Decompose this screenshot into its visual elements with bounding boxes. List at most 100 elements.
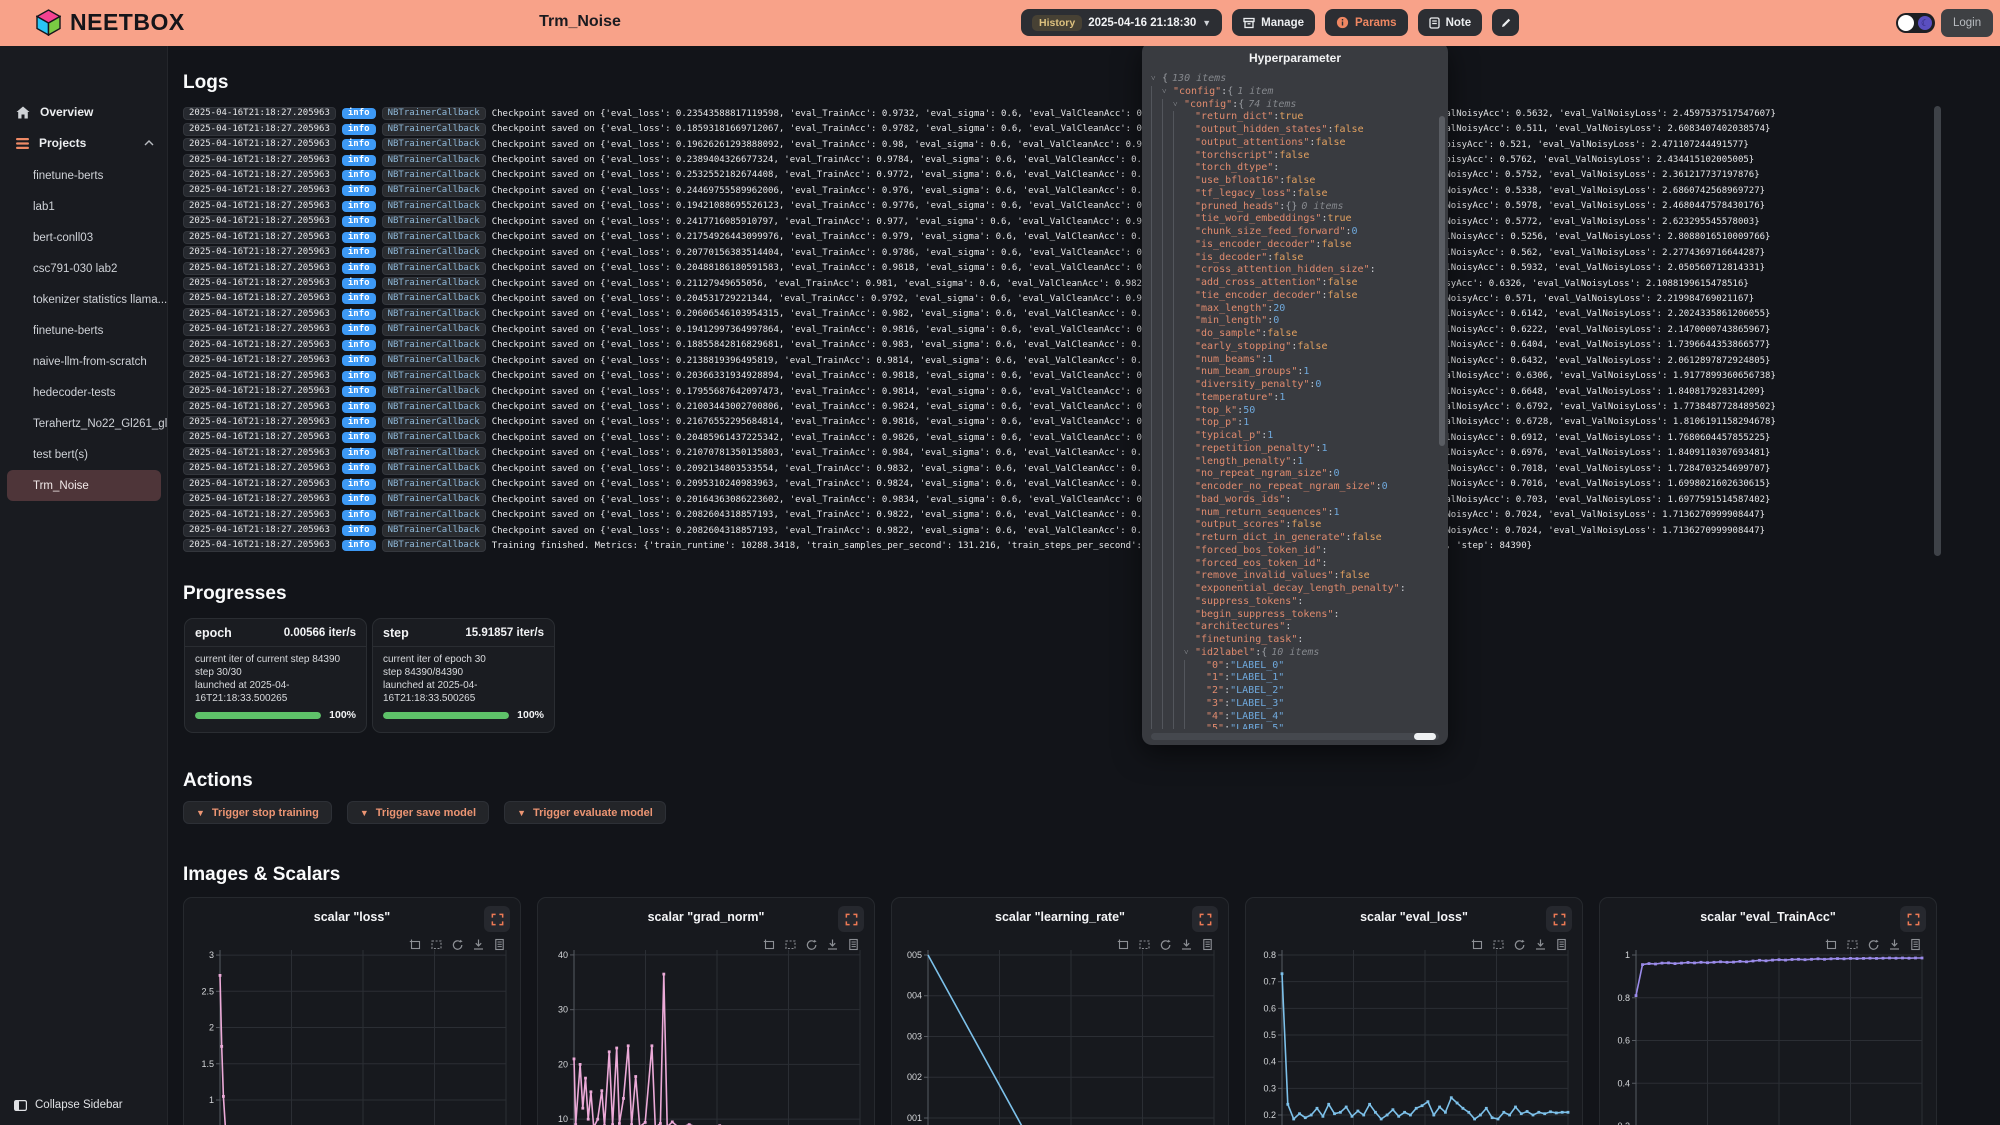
log-level-badge: info — [342, 432, 376, 443]
log-row: 2025-04-16T21:18:27.205963infoNBTrainerC… — [183, 446, 1930, 461]
theme-toggle[interactable]: ☾ — [1896, 13, 1935, 33]
sidebar-item-project[interactable]: hedecoder-tests — [0, 377, 168, 408]
json-tree-line: "begin_suppress_tokens": — [1151, 609, 1436, 622]
series-marker — [1368, 1103, 1371, 1106]
log-message: Checkpoint saved on {'eval_loss': 0.2107… — [492, 448, 1771, 458]
log-timestamp: 2025-04-16T21:18:27.205963 — [183, 447, 336, 460]
sidebar-item-project[interactable]: lab1 — [0, 191, 168, 222]
chart-title: scalar "eval_TrainAcc" — [1600, 910, 1936, 924]
log-row: 2025-04-16T21:18:27.205963infoNBTrainerC… — [183, 399, 1930, 414]
action-button[interactable]: ▼Trigger save model — [347, 801, 489, 824]
series-marker — [1292, 1118, 1295, 1121]
sidebar-item-project[interactable]: finetune-berts — [0, 315, 168, 346]
brand[interactable]: NEETBOX — [36, 9, 185, 36]
series-marker — [1392, 1108, 1395, 1111]
log-timestamp: 2025-04-16T21:18:27.205963 — [183, 416, 336, 429]
tree-collapse-icon[interactable]: ˅ — [1162, 86, 1173, 99]
json-tree-line: "finetuning_task": — [1151, 634, 1436, 647]
fullscreen-button[interactable] — [1192, 906, 1218, 932]
chart-plot-eval_TrainAcc[interactable]: 10.80.60.40.2 — [1606, 950, 1932, 1125]
progress-details: current iter of epoch 30step 84390/84390… — [373, 647, 554, 705]
series-marker — [1882, 957, 1885, 960]
json-tree-line: "torchscript": false — [1151, 150, 1436, 163]
json-tree-line: ˅{130 items — [1151, 73, 1436, 86]
series-marker — [1508, 1114, 1511, 1117]
tree-collapse-icon[interactable]: ˅ — [1184, 647, 1195, 660]
fullscreen-button[interactable] — [1546, 906, 1572, 932]
sidebar-item-project[interactable]: tokenizer statistics llama... — [0, 284, 168, 315]
series-marker — [1732, 961, 1735, 964]
series-marker — [1281, 972, 1284, 975]
series-marker — [1797, 958, 1800, 961]
sidebar-item-project[interactable]: csc791-030 lab2 — [0, 253, 168, 284]
edit-note-button[interactable] — [1492, 9, 1519, 36]
log-level-badge: info — [342, 324, 376, 335]
sidebar-item-overview[interactable]: Overview — [0, 98, 168, 126]
tree-collapse-icon[interactable]: ˅ — [1173, 99, 1184, 112]
history-dropdown[interactable]: History 2025-04-16 21:18:30 ▼ — [1021, 9, 1222, 36]
login-button[interactable]: Login — [1941, 9, 1993, 37]
fullscreen-button[interactable] — [838, 906, 864, 932]
popup-horizontal-scrollbar[interactable] — [1151, 733, 1439, 740]
sidebar-item-project[interactable]: Trm_Noise — [7, 470, 161, 501]
sidebar-item-project[interactable]: naive-llm-from-scratch — [0, 346, 168, 377]
series-marker — [662, 973, 665, 976]
series-marker — [1467, 1111, 1470, 1114]
json-tree-line: "3": "LABEL_3" — [1151, 698, 1436, 711]
json-tree-line: "remove_invalid_values": false — [1151, 570, 1436, 583]
json-tree-line: "5": "LABEL_5" — [1151, 723, 1436, 729]
collapse-sidebar-button[interactable]: Collapse Sidebar — [14, 1099, 123, 1111]
logs-scrollbar[interactable] — [1934, 106, 1941, 556]
log-row: 2025-04-16T21:18:27.205963infoNBTrainerC… — [183, 353, 1930, 368]
series-marker — [219, 974, 222, 977]
info-icon — [1336, 16, 1349, 29]
action-button[interactable]: ▼Trigger evaluate model — [504, 801, 666, 824]
popup-horizontal-thumb[interactable] — [1414, 733, 1436, 740]
progress-card-step: step15.91857 iter/scurrent iter of epoch… — [372, 618, 555, 733]
log-timestamp: 2025-04-16T21:18:27.205963 — [183, 123, 336, 136]
json-tree-line: "cross_attention_hidden_size": — [1151, 264, 1436, 277]
series-marker — [615, 1047, 618, 1050]
scalar-card-loss: scalar "loss"32.521.51 — [183, 897, 521, 1125]
fullscreen-button[interactable] — [1900, 906, 1926, 932]
log-tag: NBTrainerCallback — [382, 509, 486, 522]
log-tag: NBTrainerCallback — [382, 154, 486, 167]
chart-plot-loss[interactable]: 32.521.51 — [190, 950, 516, 1125]
popup-vertical-scrollbar[interactable] — [1439, 116, 1445, 446]
json-tree-line: "torch_dtype": — [1151, 162, 1436, 175]
scalar-card-learning_rate: scalar "learning_rate"005004003002001 — [891, 897, 1229, 1125]
series-marker — [634, 1075, 637, 1078]
sidebar-item-project[interactable]: finetune-berts — [0, 160, 168, 191]
note-button[interactable]: Note — [1418, 9, 1483, 36]
series-marker — [622, 1097, 625, 1100]
log-row: 2025-04-16T21:18:27.205963infoNBTrainerC… — [183, 477, 1930, 492]
y-axis-tick-label: 0.6 — [1617, 1036, 1630, 1046]
action-button[interactable]: ▼Trigger stop training — [183, 801, 332, 824]
sidebar-item-project[interactable]: Terahertz_No22_Gl261_gl... — [0, 408, 168, 439]
log-row: 2025-04-16T21:18:27.205963infoNBTrainerC… — [183, 168, 1930, 183]
log-level-badge: info — [342, 155, 376, 166]
y-axis-tick-label: 0.6 — [1263, 1003, 1276, 1013]
tree-collapse-icon[interactable]: ˅ — [1151, 73, 1162, 86]
sidebar-item-project[interactable]: test bert(s) — [0, 439, 168, 470]
neetbox-logo-icon — [36, 9, 61, 36]
log-tag: NBTrainerCallback — [382, 354, 486, 367]
series-marker — [1450, 1096, 1453, 1099]
chart-plot-learning_rate[interactable]: 005004003002001 — [898, 950, 1224, 1125]
hyperparameter-json-tree[interactable]: ˅{130 items˅"config": {1 item˅"config": … — [1151, 73, 1436, 729]
sidebar-item-project[interactable]: bert-conll03 — [0, 222, 168, 253]
actions-section-title: Actions — [183, 770, 253, 792]
sidebar-item-projects[interactable]: Projects — [0, 129, 168, 157]
params-button[interactable]: Params — [1325, 9, 1408, 36]
chart-plot-grad_norm[interactable]: 40302010 — [544, 950, 870, 1125]
log-tag: NBTrainerCallback — [382, 169, 486, 182]
manage-button[interactable]: Manage — [1232, 9, 1315, 36]
log-level-badge: info — [342, 540, 376, 551]
toggle-knob — [1898, 15, 1914, 31]
archive-icon — [1243, 17, 1255, 29]
chart-plot-eval_loss[interactable]: 0.80.70.60.50.40.30.2 — [1252, 950, 1578, 1125]
fullscreen-button[interactable] — [484, 906, 510, 932]
json-tree-line: "typical_p": 1 — [1151, 430, 1436, 443]
series-marker — [1823, 958, 1826, 961]
series-marker — [596, 1118, 599, 1121]
